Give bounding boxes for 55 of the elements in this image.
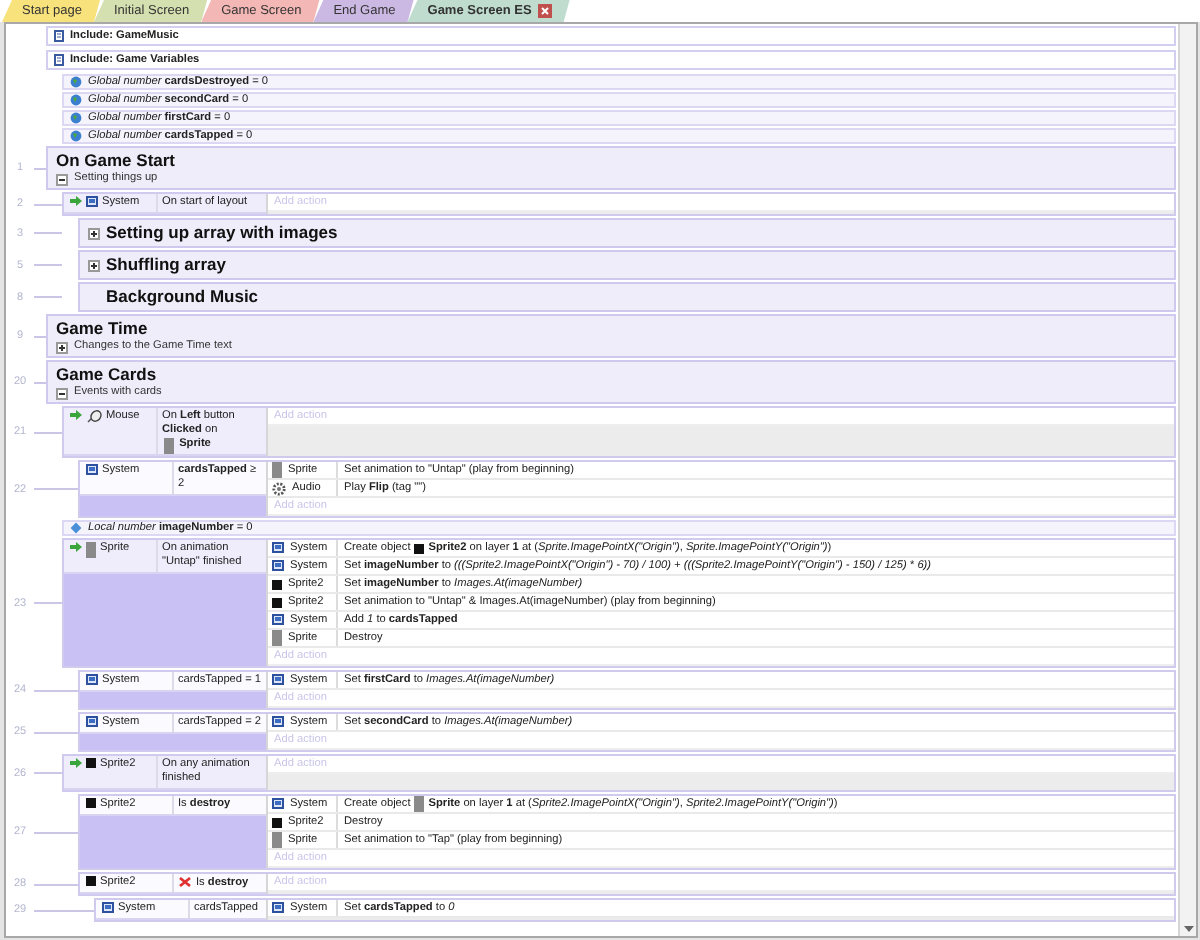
close-icon[interactable] [537, 4, 552, 18]
group-header[interactable]: Setting up array with images [78, 218, 1176, 248]
arrow-icon [70, 758, 82, 768]
monitor-icon [86, 674, 98, 686]
monitor-icon [272, 902, 284, 915]
group-title: Setting up array with images [106, 222, 338, 244]
collapse-icon[interactable] [56, 173, 68, 185]
arrow-icon [70, 542, 82, 552]
block-icon [272, 832, 282, 848]
block-icon [164, 438, 174, 454]
globe-icon [70, 130, 82, 142]
group-title: Game Cards [56, 364, 157, 386]
square-icon [272, 579, 282, 589]
group-title: Game Time [56, 318, 148, 340]
group-title: Shuffling array [106, 254, 226, 276]
diamond-icon [70, 522, 82, 534]
collapse-icon[interactable] [56, 387, 68, 399]
globe-icon [70, 94, 82, 106]
monitor-icon [86, 716, 98, 728]
document-icon [54, 30, 64, 42]
monitor-icon [102, 902, 114, 915]
monitor-icon [272, 674, 284, 686]
gear-icon [272, 481, 286, 495]
block-icon [86, 542, 96, 558]
cross-icon [178, 876, 192, 888]
group-header[interactable]: Shuffling array [78, 250, 1176, 280]
monitor-icon [86, 464, 98, 476]
arrow-icon [70, 410, 82, 420]
arrow-icon [70, 196, 82, 206]
monitor-icon [272, 542, 284, 554]
square-icon [86, 876, 96, 886]
globe-icon [70, 76, 82, 88]
scrollbar[interactable] [1178, 24, 1196, 936]
monitor-icon [272, 798, 284, 810]
expand-icon[interactable] [56, 341, 68, 353]
monitor-icon [272, 716, 284, 728]
square-icon [272, 817, 282, 827]
expand-icon[interactable] [88, 227, 100, 239]
monitor-icon [86, 196, 98, 208]
group-title: Background Music [106, 286, 259, 308]
group-title: On Game Start [56, 150, 176, 172]
expand-icon[interactable] [88, 259, 100, 271]
block-icon [272, 630, 282, 646]
document-icon [54, 54, 64, 66]
group-header[interactable]: Background Music [78, 282, 1176, 312]
square-icon [414, 543, 425, 553]
monitor-icon [272, 560, 284, 572]
square-icon [86, 758, 96, 768]
arrow-down-icon[interactable] [1183, 926, 1193, 932]
block-icon [414, 796, 425, 812]
square-icon [272, 597, 282, 607]
block-icon [272, 462, 282, 478]
globe-icon [70, 112, 82, 124]
monitor-icon [272, 614, 284, 626]
square-icon [86, 798, 96, 808]
